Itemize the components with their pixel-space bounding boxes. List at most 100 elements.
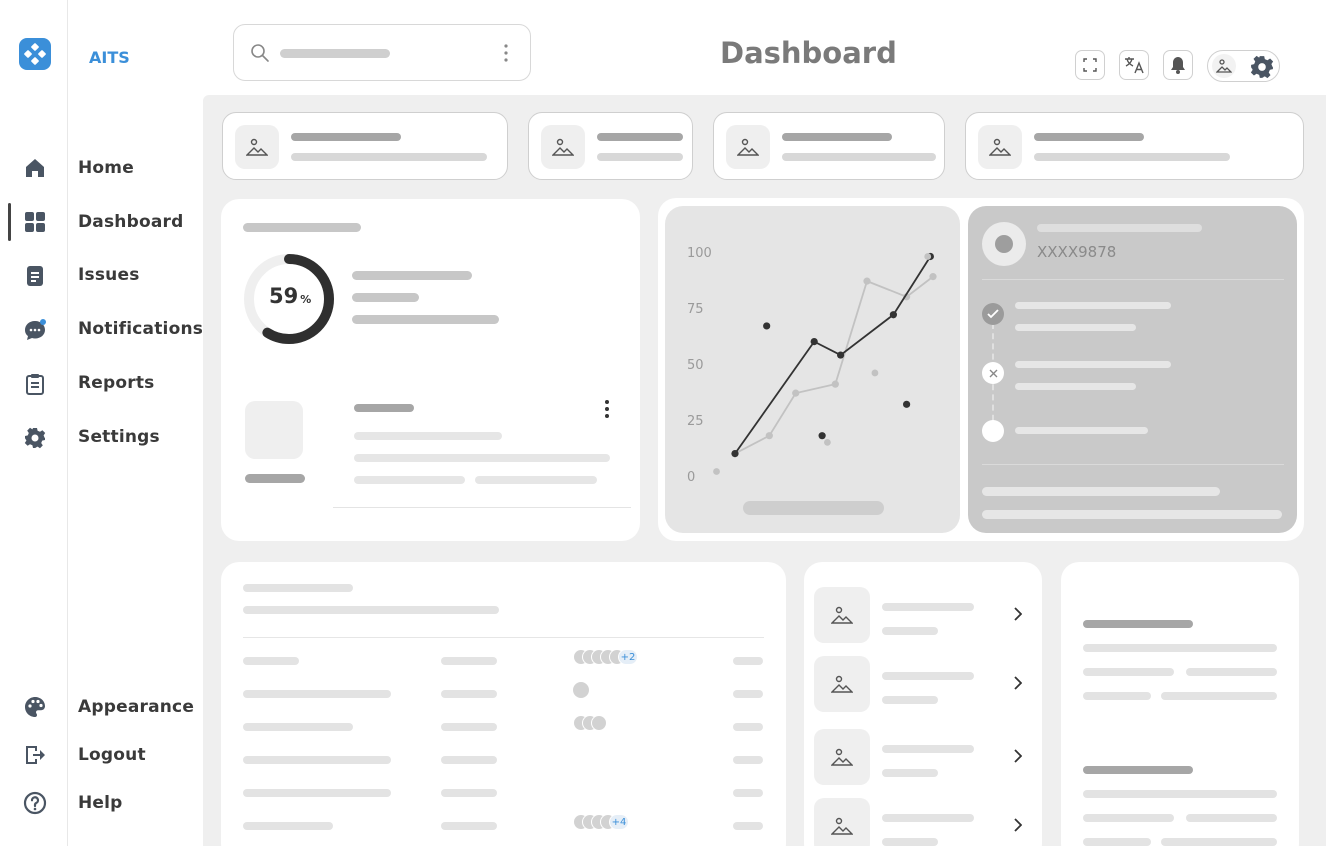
placeholder-line [982,487,1220,496]
avatar[interactable] [1212,54,1236,78]
check-icon [982,303,1004,325]
placeholder-line [243,223,361,232]
placeholder-line [1083,692,1151,700]
placeholder-line [243,584,353,592]
gear-icon[interactable] [1250,55,1274,79]
translate-button[interactable] [1119,50,1149,80]
table-row[interactable]: +2 [221,649,786,672]
placeholder-line [1186,668,1277,676]
document-icon[interactable] [22,263,48,289]
palette-icon[interactable] [22,694,48,720]
placeholder-line [1015,361,1171,368]
list-card [804,562,1042,846]
translate-icon [1125,57,1144,74]
placeholder-line [1083,814,1174,822]
fullscreen-button[interactable] [1075,50,1105,80]
image-icon [541,125,585,169]
y-tick-label: 0 [687,470,695,485]
thumbnail[interactable] [245,401,303,459]
bell-icon [1171,57,1185,74]
search-box[interactable] [233,24,531,81]
list-item[interactable] [814,729,1034,787]
placeholder-line [1083,620,1193,628]
table-row[interactable] [221,751,786,771]
placeholder-line [1186,814,1277,822]
avatar [573,682,589,698]
sidebar-item-reports[interactable]: Reports [78,373,155,393]
progress-value: 59% [269,284,311,308]
table-row[interactable] [221,682,786,705]
image-icon [235,125,279,169]
account-panel: XXXX9878 [968,206,1297,533]
sidebar-item-notifications[interactable]: Notifications [78,319,203,339]
search-icon [251,44,269,62]
image-icon [814,798,870,846]
placeholder-line [1015,383,1136,390]
sidebar-item-logout[interactable]: Logout [78,745,146,765]
chevron-right-icon[interactable] [1014,749,1022,763]
account-avatar[interactable] [982,222,1026,266]
stat-card-1[interactable] [222,112,508,180]
table-row[interactable] [221,784,786,804]
notifications-button[interactable] [1163,50,1193,80]
divider [982,279,1284,280]
more-vertical-icon[interactable] [504,43,508,63]
table-card: +2 +4 [221,562,786,846]
chevron-right-icon[interactable] [1014,676,1022,690]
chat-bubble-icon[interactable] [22,317,48,343]
placeholder-line [291,133,401,141]
app: AITS Home Dashboard Issues Notifications… [0,0,1326,846]
sidebar-item-dashboard[interactable]: Dashboard [78,212,183,232]
placeholder-line [354,432,502,440]
grid-icon[interactable] [22,209,48,235]
list-item[interactable] [814,587,1034,645]
clipboard-icon[interactable] [22,371,48,397]
sidebar-item-help[interactable]: Help [78,793,123,813]
profile-menu[interactable] [1207,50,1280,82]
placeholder-line [1083,644,1277,652]
logo-icon[interactable] [19,38,51,70]
home-icon[interactable] [22,155,48,181]
list-item[interactable] [814,656,1034,714]
progress-number: 59 [269,284,299,308]
placeholder-line [1037,224,1202,232]
stat-card-2[interactable] [528,112,693,180]
sidebar-item-appearance[interactable]: Appearance [78,697,194,717]
gear-icon[interactable] [22,425,48,451]
series-point [837,351,845,359]
placeholder-line [354,404,414,412]
image-icon [1216,59,1232,73]
chevron-right-icon[interactable] [1014,607,1022,621]
more-vertical-icon[interactable] [604,399,610,419]
sidebar-item-settings[interactable]: Settings [78,427,160,447]
placeholder-line [352,271,472,280]
brand-name[interactable]: AITS [89,48,130,67]
help-icon[interactable] [22,790,48,816]
table-row[interactable] [221,715,786,738]
image-icon [814,587,870,643]
stat-card-4[interactable] [965,112,1304,180]
placeholder-line [597,153,683,161]
table-row[interactable]: +4 [221,814,786,837]
list-item[interactable] [814,798,1034,846]
placeholder-line [1083,766,1193,774]
text-card [1061,562,1299,846]
stat-card-3[interactable] [713,112,945,180]
placeholder-line [1083,838,1151,846]
series-point [810,338,818,346]
series-point [929,273,937,281]
divider [243,637,764,638]
chart-scrollbar[interactable] [743,501,884,515]
scatter-point [818,432,826,440]
sidebar-item-home[interactable]: Home [78,158,134,178]
line-chart: 100 75 50 25 0 [687,246,937,485]
chevron-right-icon[interactable] [1014,818,1022,832]
progress-unit: % [300,293,312,306]
image-icon [726,125,770,169]
image-icon [814,729,870,785]
sidebar-item-issues[interactable]: Issues [78,265,140,285]
logout-icon[interactable] [22,742,48,768]
placeholder-line [352,315,499,324]
y-tick-label: 75 [687,302,704,317]
search-placeholder-bar [280,49,390,58]
